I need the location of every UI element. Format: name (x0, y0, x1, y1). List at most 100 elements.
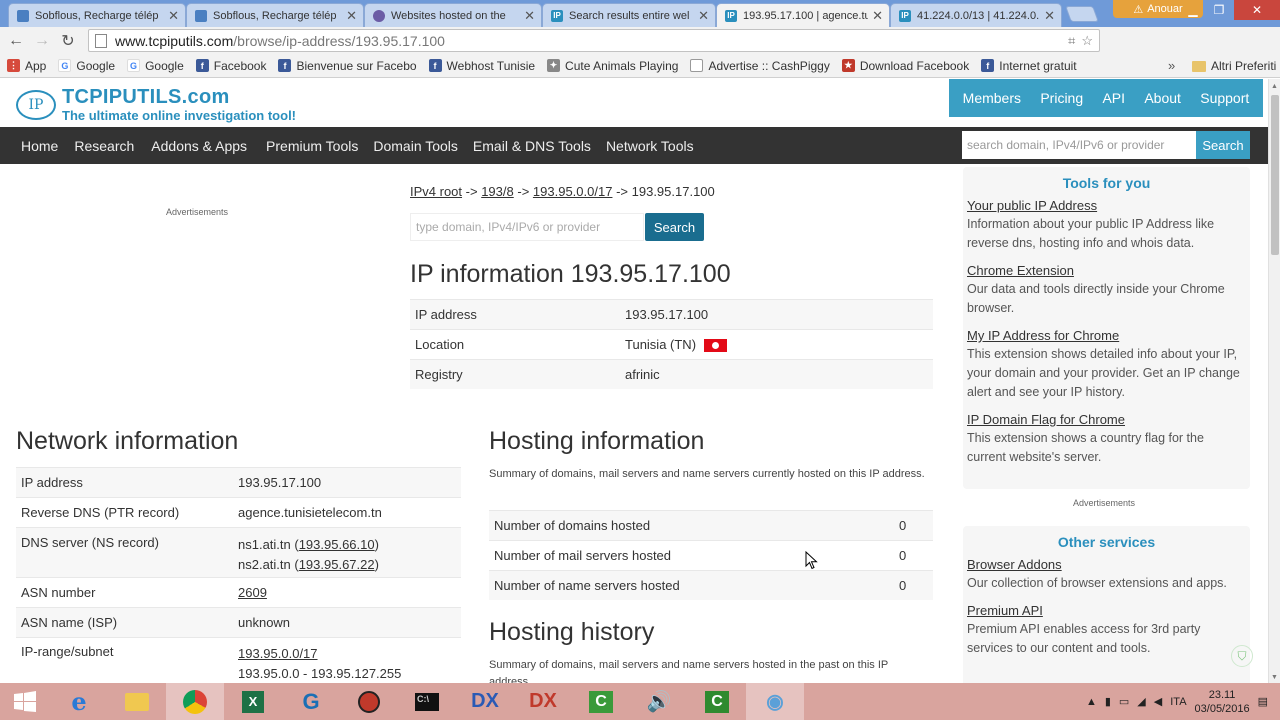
ccleaner-icon[interactable]: G (282, 683, 340, 720)
tab-5-active[interactable]: IP 193.95.17.100 | agence.tu ✕ (716, 3, 890, 28)
bookmark-facebook[interactable]: f Facebook (195, 59, 266, 73)
tab-4[interactable]: IP Search results entire wel ✕ (542, 3, 716, 27)
premium-api-link[interactable]: Premium API (967, 602, 1246, 620)
dx-icon[interactable]: DX (514, 683, 572, 720)
excel-icon[interactable]: X (224, 683, 282, 720)
menu-email-dns-tools[interactable]: Email & DNS Tools (473, 138, 591, 154)
tab-3[interactable]: Websites hosted on the ✕ (364, 3, 542, 27)
bookmark-facebook-welcome[interactable]: f Bienvenue sur Facebo (278, 59, 417, 73)
new-tab-button[interactable] (1065, 6, 1099, 22)
bookmark-internet-gratuit[interactable]: f Internet gratuit (981, 59, 1077, 73)
close-tab-icon[interactable]: ✕ (524, 8, 535, 24)
language-indicator[interactable]: ITA (1170, 696, 1186, 708)
menu-research[interactable]: Research (74, 138, 134, 154)
scroll-down-icon[interactable]: ▼ (1271, 674, 1278, 681)
nav-support-link[interactable]: Support (1200, 90, 1249, 106)
bookmark-google[interactable]: G Google (58, 59, 115, 73)
content-search-button[interactable]: Search (645, 213, 704, 241)
camtasia-icon[interactable]: C (572, 683, 630, 720)
tab-6[interactable]: IP 41.224.0.0/13 | 41.224.0. ✕ (890, 3, 1062, 27)
nav-members-link[interactable]: Members (963, 90, 1021, 106)
breadcrumb-subnet[interactable]: 193.95.0.0/17 (533, 184, 613, 199)
menu-domain-tools[interactable]: Domain Tools (373, 138, 458, 154)
back-arrow-icon[interactable]: ← (3, 29, 29, 53)
camtasia-icon[interactable]: C (688, 683, 746, 720)
browser-addons-link[interactable]: Browser Addons (967, 556, 1246, 574)
sobflous-favicon-icon (195, 9, 207, 22)
minimize-icon[interactable]: ▁ (1180, 0, 1206, 20)
ip-domain-flag-link[interactable]: IP Domain Flag for Chrome (967, 411, 1246, 429)
bookmark-webhost[interactable]: f Webhost Tunisie (428, 59, 535, 73)
system-clock[interactable]: 23.11 03/05/2016 (1195, 688, 1250, 716)
nav-pricing-link[interactable]: Pricing (1040, 90, 1083, 106)
row-key: ASN name (ISP) (21, 615, 118, 630)
page-scrollbar[interactable]: ▲ ▼ (1268, 79, 1280, 683)
eye-icon[interactable]: ◉ (746, 683, 804, 720)
menu-premium-tools[interactable]: Premium Tools (266, 138, 358, 154)
other-bookmarks-folder[interactable]: Altri Preferiti (1192, 54, 1276, 78)
battery-icon[interactable]: ▭ (1119, 695, 1129, 708)
breadcrumb-193-8[interactable]: 193/8 (481, 184, 514, 199)
restore-icon[interactable]: ❐ (1206, 0, 1232, 20)
public-ip-link[interactable]: Your public IP Address (967, 197, 1246, 215)
adblock-shield-icon[interactable]: ⛉ (1231, 645, 1253, 667)
wifi-icon[interactable]: ◢ (1137, 695, 1145, 708)
scrollbar-thumb[interactable] (1271, 95, 1279, 255)
menu-addons-apps[interactable]: Addons & Apps (151, 138, 247, 154)
bookmark-star-icon[interactable]: ☆ (1081, 33, 1093, 49)
volume-icon[interactable]: ◀ (1154, 695, 1162, 708)
ns1-ip-link[interactable]: 193.95.66.10 (299, 537, 375, 552)
content-search-input[interactable]: type domain, IPv4/IPv6 or provider (410, 213, 644, 241)
windows-start-button[interactable] (0, 683, 50, 720)
bookmark-apps[interactable]: ⋮ App (7, 59, 46, 73)
speaker-icon[interactable]: 🔊 (630, 683, 688, 720)
table-row: Number of mail servers hosted 0 (489, 540, 933, 570)
header-search-input[interactable]: search domain, IPv4/IPv6 or provider (962, 131, 1196, 159)
tray-expand-icon[interactable]: ▲ (1086, 696, 1097, 708)
site-logo[interactable]: IP TCPIPUTILS.com The ultimate online in… (16, 87, 296, 123)
explorer-icon[interactable] (108, 683, 166, 720)
translate-icon[interactable]: ⌗ (1068, 33, 1075, 49)
close-tab-icon[interactable]: ✕ (346, 8, 357, 24)
bookmark-google[interactable]: G Google (127, 59, 184, 73)
nav-api-link[interactable]: API (1102, 90, 1125, 106)
ads-label: Advertisements (166, 207, 229, 217)
network-icon[interactable]: ▮ (1105, 695, 1111, 708)
dx-icon[interactable]: DX (456, 683, 514, 720)
close-tab-icon[interactable]: ✕ (1044, 8, 1055, 24)
bookmark-cute-animals[interactable]: ✦ Cute Animals Playing (547, 59, 678, 73)
chrome-icon[interactable] (166, 683, 224, 720)
tab-title: Sobflous, Recharge télép (213, 9, 337, 22)
ie-icon[interactable]: e (50, 683, 108, 720)
notifications-icon[interactable]: ▤ (1258, 695, 1268, 708)
ns2-ip-link[interactable]: 193.95.67.22 (299, 557, 375, 572)
close-window-icon[interactable]: ✕ (1234, 0, 1280, 20)
close-tab-icon[interactable]: ✕ (872, 8, 883, 24)
tab-2[interactable]: Sobflous, Recharge télép ✕ (186, 3, 364, 27)
forward-arrow-icon[interactable]: → (29, 29, 55, 53)
bookmarks-overflow-button[interactable]: » (1168, 54, 1175, 78)
bookmark-label: Google (76, 58, 116, 73)
facebook-icon: f (428, 59, 442, 72)
app-red-icon[interactable] (340, 683, 398, 720)
reload-icon[interactable]: ↻ (55, 29, 81, 53)
tab-1[interactable]: Sobflous, Recharge télép ✕ (8, 3, 186, 27)
breadcrumb-ipv4-root[interactable]: IPv4 root (410, 184, 462, 199)
address-bar[interactable]: www.tcpiputils.com/browse/ip-address/193… (88, 29, 1100, 52)
scroll-up-icon[interactable]: ▲ (1271, 83, 1278, 90)
close-tab-icon[interactable]: ✕ (168, 8, 179, 24)
close-tab-icon[interactable]: ✕ (698, 8, 709, 24)
bookmark-cashpiggy[interactable]: Advertise :: CashPiggy (690, 59, 830, 73)
menu-network-tools[interactable]: Network Tools (606, 138, 694, 154)
logo-name: TCPIPUTILS.com (62, 86, 230, 108)
cmd-icon[interactable]: C:\ (398, 683, 456, 720)
chrome-extension-link[interactable]: Chrome Extension (967, 262, 1246, 280)
subnet-link[interactable]: 193.95.0.0/17 (238, 646, 318, 661)
facebook-icon: f (278, 59, 292, 72)
nav-about-link[interactable]: About (1144, 90, 1181, 106)
menu-home[interactable]: Home (21, 138, 58, 154)
asn-link[interactable]: 2609 (238, 585, 267, 600)
my-ip-chrome-link[interactable]: My IP Address for Chrome (967, 327, 1246, 345)
header-search-button[interactable]: Search (1196, 131, 1250, 159)
bookmark-download-facebook[interactable]: ★ Download Facebook (841, 59, 969, 73)
